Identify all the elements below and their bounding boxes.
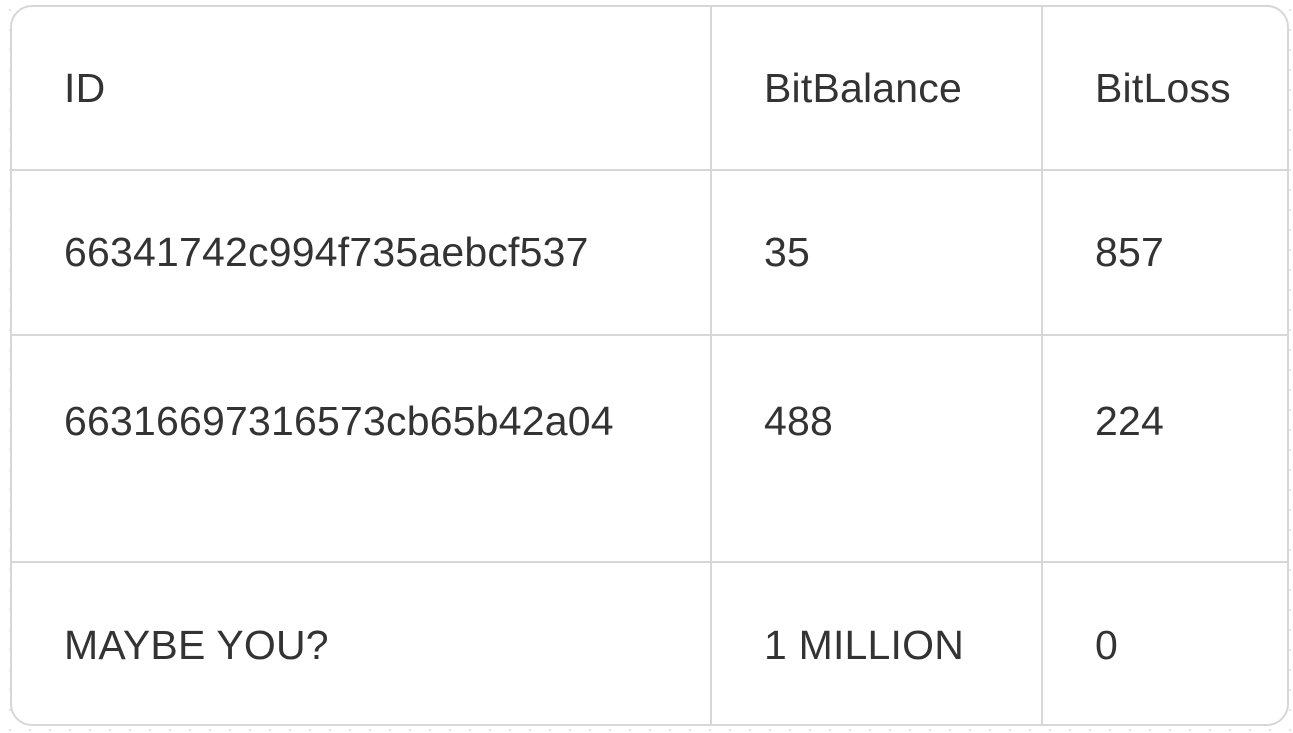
cell-bitbalance: 35: [711, 170, 1043, 336]
cell-id: MAYBE YOU?: [12, 562, 712, 724]
column-header-bitbalance: BitBalance: [711, 7, 1043, 171]
column-header-id: ID: [12, 7, 712, 171]
cell-bitloss: 224: [1042, 335, 1287, 563]
cell-bitloss: 0: [1095, 621, 1119, 668]
leaderboard-table: ID BitBalance BitLoss 66341742c994f735ae…: [12, 7, 1287, 724]
cell-bitbalance: 488: [711, 335, 1043, 563]
table-row: MAYBE YOU? 1 MILLION 0: [12, 562, 1287, 724]
table-row: 66316697316573cb65b42a04 488 224: [12, 335, 1287, 563]
cell-id: 66316697316573cb65b42a04: [12, 335, 712, 563]
table-row: 66341742c994f735aebcf537 35 857: [12, 170, 1287, 336]
cell-bitloss: 857: [1042, 170, 1287, 336]
cell-id: 66341742c994f735aebcf537: [12, 170, 712, 336]
leaderboard-table-card: ID BitBalance BitLoss 66341742c994f735ae…: [10, 5, 1289, 726]
column-header-bitloss: BitLoss: [1042, 7, 1287, 171]
table-header-row: ID BitBalance BitLoss: [12, 7, 1287, 171]
cell-bitbalance: 1 MILLION: [711, 562, 1043, 724]
